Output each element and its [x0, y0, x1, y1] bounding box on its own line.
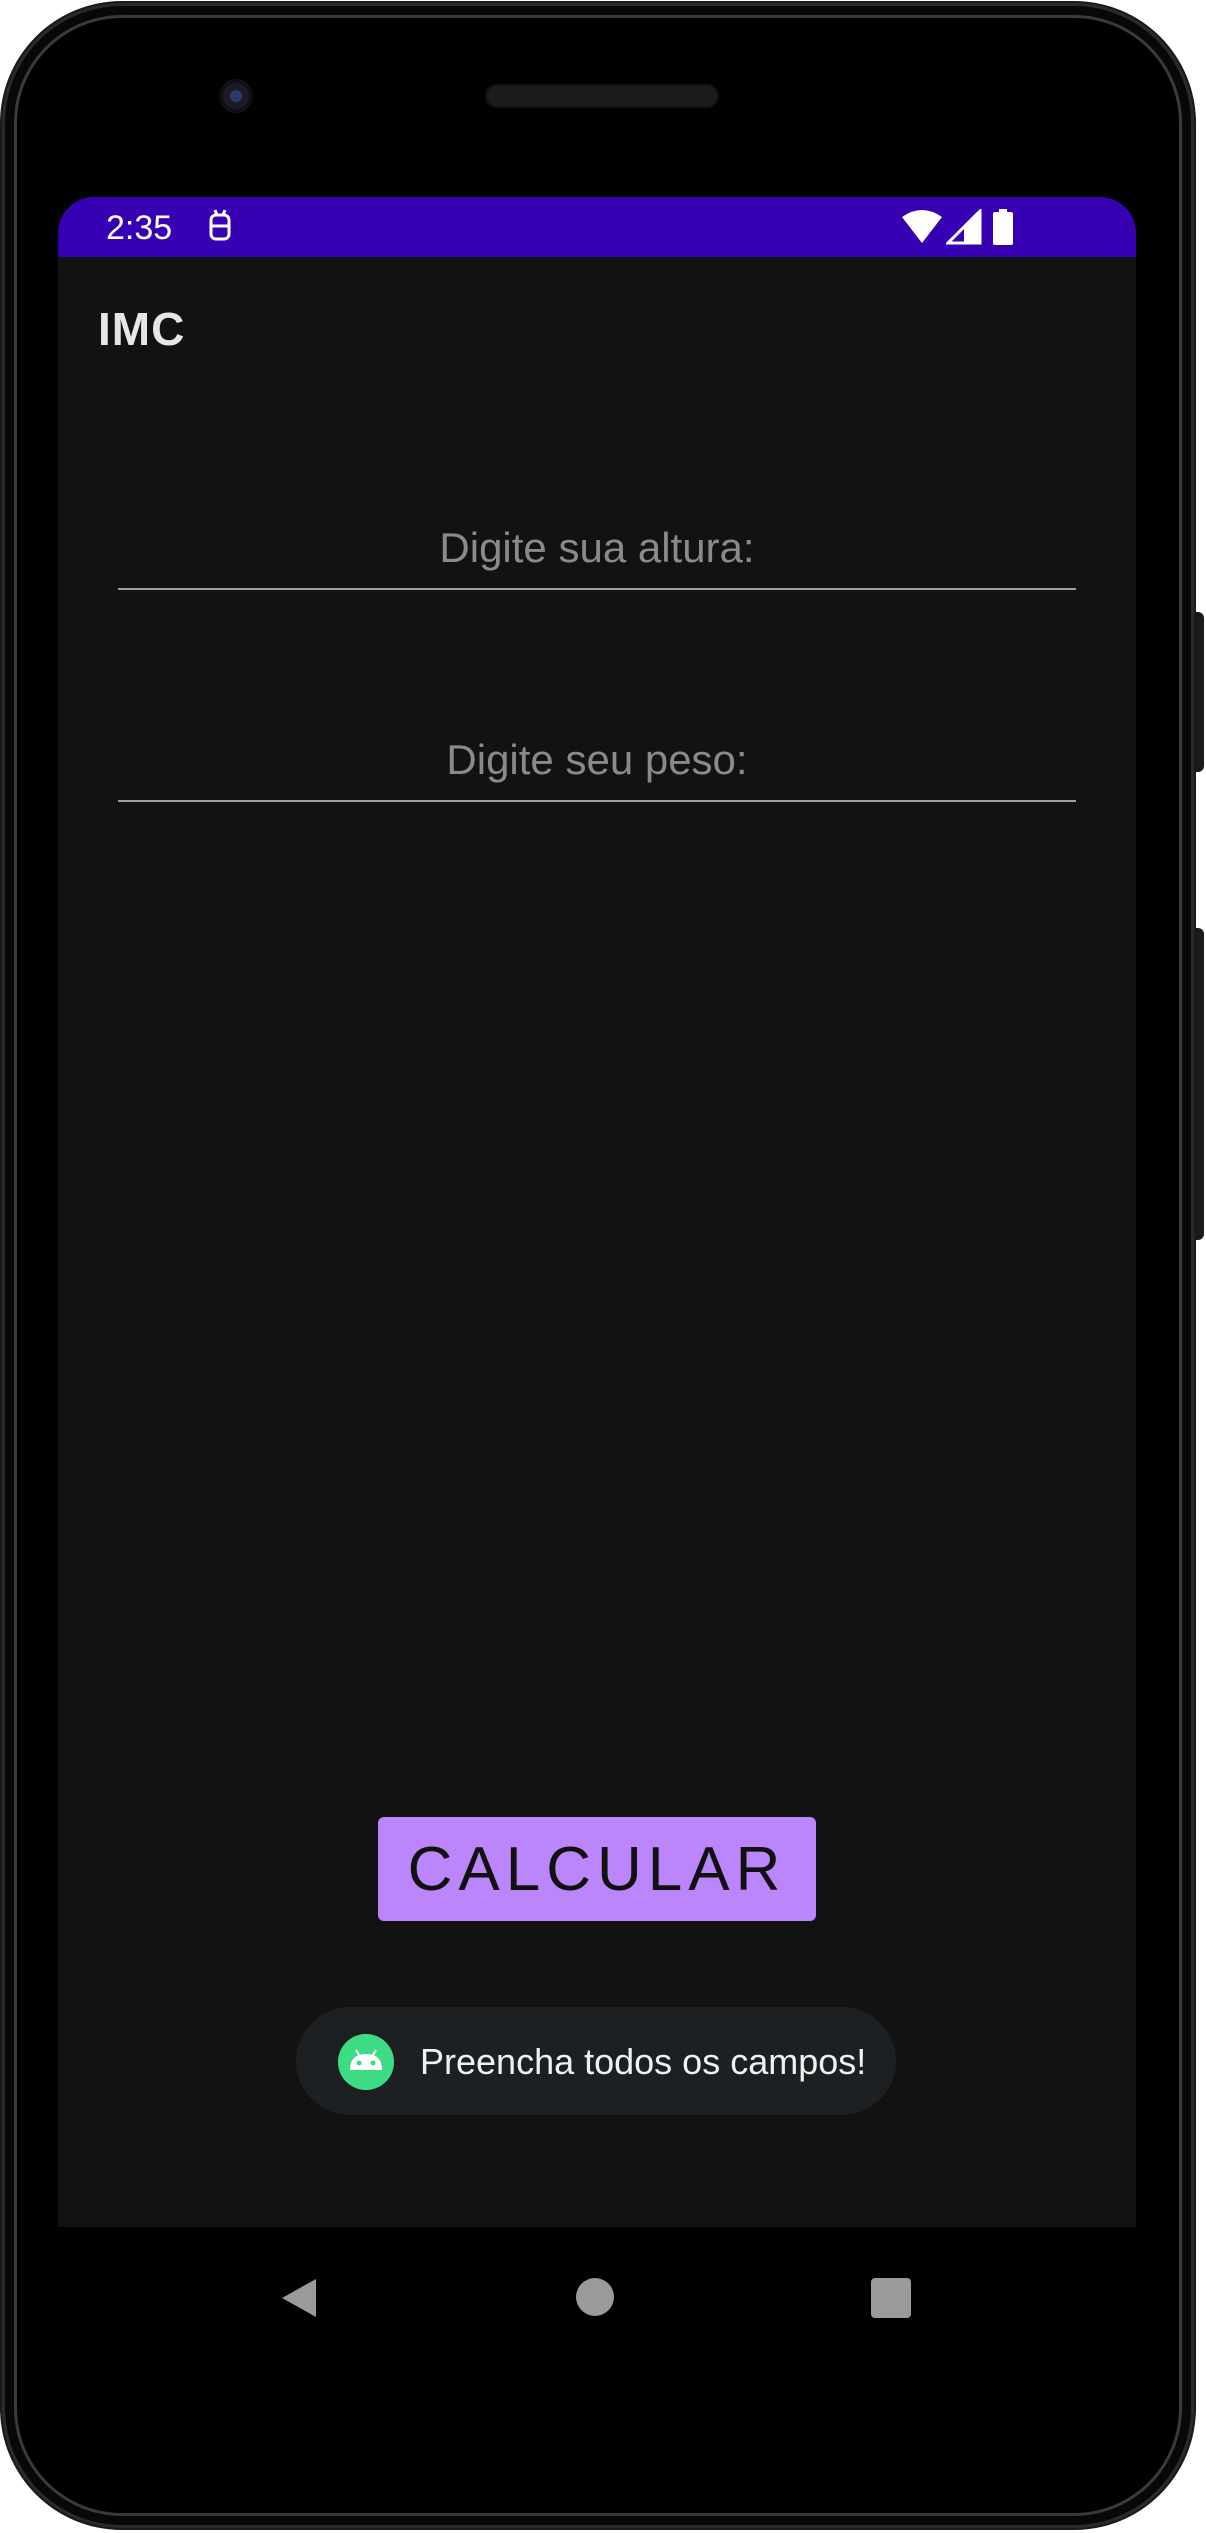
- earpiece-speaker: [485, 84, 719, 108]
- wifi-icon: [902, 210, 942, 243]
- recents-icon[interactable]: [871, 2278, 911, 2318]
- toast-text: Preencha todos os campos!: [420, 2041, 867, 2082]
- height-field[interactable]: [118, 508, 1076, 590]
- status-bar: 2:35: [58, 197, 1136, 257]
- navigation-bar: [58, 2227, 1136, 2367]
- home-icon[interactable]: [576, 2278, 614, 2316]
- toast-message: Preencha todos os campos!: [296, 2007, 896, 2115]
- battery-icon: [993, 209, 1013, 245]
- status-time: 2:35: [106, 209, 173, 247]
- weight-field[interactable]: [118, 720, 1076, 802]
- height-input[interactable]: [118, 508, 1076, 588]
- app-title: IMC: [98, 303, 186, 355]
- android-debug-icon: [209, 209, 231, 241]
- front-camera: [219, 79, 253, 113]
- volume-button: [1194, 928, 1204, 1240]
- app-screen: 2:35 IMC CALCULAR: [58, 197, 1136, 2227]
- android-icon: [338, 2034, 394, 2090]
- weight-input[interactable]: [118, 720, 1076, 800]
- back-icon[interactable]: [278, 2277, 318, 2319]
- cell-signal-icon: [946, 209, 982, 245]
- calculate-button[interactable]: CALCULAR: [378, 1817, 816, 1921]
- power-button: [1194, 612, 1204, 772]
